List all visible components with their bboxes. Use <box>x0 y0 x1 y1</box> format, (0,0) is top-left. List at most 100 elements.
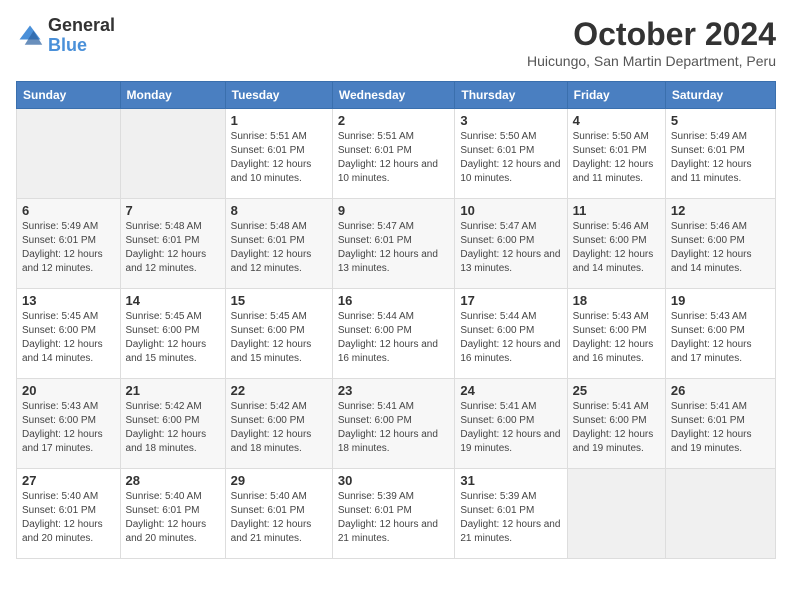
day-cell: 4Sunrise: 5:50 AM Sunset: 6:01 PM Daylig… <box>567 109 665 199</box>
day-info: Sunrise: 5:46 AM Sunset: 6:00 PM Dayligh… <box>671 220 770 276</box>
logo: General Blue <box>16 16 115 56</box>
day-number: 25 <box>573 383 660 398</box>
day-number: 8 <box>231 203 327 218</box>
day-info: Sunrise: 5:49 AM Sunset: 6:01 PM Dayligh… <box>671 130 770 186</box>
day-info: Sunrise: 5:51 AM Sunset: 6:01 PM Dayligh… <box>338 130 450 186</box>
month-title: October 2024 <box>527 16 776 53</box>
day-cell: 27Sunrise: 5:40 AM Sunset: 6:01 PM Dayli… <box>17 469 121 559</box>
day-cell: 11 Sunrise: 5:46 AM Sunset: 6:00 PM Dayli… <box>567 199 665 289</box>
day-info: Sunrise: 5:48 AM Sunset: 6:01 PM Dayligh… <box>231 220 327 276</box>
calendar-body: 1 Sunrise: 5:51 AM Sunset: 6:01 PM Daylig… <box>17 109 776 559</box>
day-cell: 5Sunrise: 5:49 AM Sunset: 6:01 PM Daylig… <box>665 109 775 199</box>
day-number: 9 <box>338 203 450 218</box>
day-cell: 26Sunrise: 5:41 AM Sunset: 6:01 PM Dayli… <box>665 379 775 469</box>
day-info: Sunrise: 5:47 AM Sunset: 6:01 PM Dayligh… <box>338 220 450 276</box>
day-number: 31 <box>460 473 561 488</box>
day-cell: 14Sunrise: 5:45 AM Sunset: 6:00 PM Dayli… <box>120 289 225 379</box>
location-subtitle: Huicungo, San Martin Department, Peru <box>527 53 776 69</box>
day-cell: 17 Sunrise: 5:44 AM Sunset: 6:00 PM Dayli… <box>455 289 567 379</box>
day-info: Sunrise: 5:41 AM Sunset: 6:00 PM Dayligh… <box>338 400 450 456</box>
day-info: Sunrise: 5:50 AM Sunset: 6:01 PM Dayligh… <box>460 130 561 186</box>
day-info: Sunrise: 5:50 AM Sunset: 6:01 PM Dayligh… <box>573 130 660 186</box>
day-cell <box>567 469 665 559</box>
day-cell <box>120 109 225 199</box>
day-cell <box>665 469 775 559</box>
header-cell-monday: Monday <box>120 82 225 109</box>
day-info: Sunrise: 5:48 AM Sunset: 6:01 PM Dayligh… <box>126 220 220 276</box>
day-number: 18 <box>573 293 660 308</box>
day-cell: 19 Sunrise: 5:43 AM Sunset: 6:00 PM Dayli… <box>665 289 775 379</box>
day-number: 6 <box>22 203 115 218</box>
header: General Blue October 2024 Huicungo, San … <box>16 16 776 69</box>
day-cell: 30Sunrise: 5:39 AM Sunset: 6:01 PM Dayli… <box>332 469 455 559</box>
week-row-4: 20Sunrise: 5:43 AM Sunset: 6:00 PM Dayli… <box>17 379 776 469</box>
day-number: 11 <box>573 203 660 218</box>
day-number: 28 <box>126 473 220 488</box>
day-cell: 13 Sunrise: 5:45 AM Sunset: 6:00 PM Dayli… <box>17 289 121 379</box>
day-cell: 22 Sunrise: 5:42 AM Sunset: 6:00 PM Dayli… <box>225 379 332 469</box>
logo-text: General Blue <box>48 16 115 56</box>
header-cell-wednesday: Wednesday <box>332 82 455 109</box>
day-info: Sunrise: 5:45 AM Sunset: 6:00 PM Dayligh… <box>22 310 115 366</box>
day-number: 23 <box>338 383 450 398</box>
title-block: October 2024 Huicungo, San Martin Depart… <box>527 16 776 69</box>
week-row-1: 1 Sunrise: 5:51 AM Sunset: 6:01 PM Daylig… <box>17 109 776 199</box>
day-cell: 1 Sunrise: 5:51 AM Sunset: 6:01 PM Daylig… <box>225 109 332 199</box>
day-number: 19 <box>671 293 770 308</box>
day-number: 1 <box>231 113 327 128</box>
day-cell: 18 Sunrise: 5:43 AM Sunset: 6:00 PM Dayli… <box>567 289 665 379</box>
day-number: 30 <box>338 473 450 488</box>
week-row-5: 27Sunrise: 5:40 AM Sunset: 6:01 PM Dayli… <box>17 469 776 559</box>
day-cell: 8 Sunrise: 5:48 AM Sunset: 6:01 PM Daylig… <box>225 199 332 289</box>
calendar-table: SundayMondayTuesdayWednesdayThursdayFrid… <box>16 81 776 559</box>
day-number: 24 <box>460 383 561 398</box>
day-cell: 23 Sunrise: 5:41 AM Sunset: 6:00 PM Dayli… <box>332 379 455 469</box>
day-cell: 16 Sunrise: 5:44 AM Sunset: 6:00 PM Dayli… <box>332 289 455 379</box>
day-number: 29 <box>231 473 327 488</box>
day-info: Sunrise: 5:42 AM Sunset: 6:00 PM Dayligh… <box>126 400 220 456</box>
day-cell: 25 Sunrise: 5:41 AM Sunset: 6:00 PM Dayli… <box>567 379 665 469</box>
day-number: 20 <box>22 383 115 398</box>
day-cell: 7 Sunrise: 5:48 AM Sunset: 6:01 PM Daylig… <box>120 199 225 289</box>
day-info: Sunrise: 5:42 AM Sunset: 6:00 PM Dayligh… <box>231 400 327 456</box>
header-cell-sunday: Sunday <box>17 82 121 109</box>
day-info: Sunrise: 5:44 AM Sunset: 6:00 PM Dayligh… <box>460 310 561 366</box>
day-cell: 6 Sunrise: 5:49 AM Sunset: 6:01 PM Daylig… <box>17 199 121 289</box>
day-number: 21 <box>126 383 220 398</box>
day-cell: 9 Sunrise: 5:47 AM Sunset: 6:01 PM Daylig… <box>332 199 455 289</box>
header-row: SundayMondayTuesdayWednesdayThursdayFrid… <box>17 82 776 109</box>
header-cell-friday: Friday <box>567 82 665 109</box>
day-number: 26 <box>671 383 770 398</box>
day-info: Sunrise: 5:41 AM Sunset: 6:00 PM Dayligh… <box>460 400 561 456</box>
day-cell <box>17 109 121 199</box>
day-info: Sunrise: 5:43 AM Sunset: 6:00 PM Dayligh… <box>671 310 770 366</box>
day-info: Sunrise: 5:43 AM Sunset: 6:00 PM Dayligh… <box>573 310 660 366</box>
day-info: Sunrise: 5:45 AM Sunset: 6:00 PM Dayligh… <box>231 310 327 366</box>
day-info: Sunrise: 5:51 AM Sunset: 6:01 PM Dayligh… <box>231 130 327 186</box>
day-info: Sunrise: 5:47 AM Sunset: 6:00 PM Dayligh… <box>460 220 561 276</box>
day-number: 12 <box>671 203 770 218</box>
day-number: 13 <box>22 293 115 308</box>
day-info: Sunrise: 5:49 AM Sunset: 6:01 PM Dayligh… <box>22 220 115 276</box>
day-number: 3 <box>460 113 561 128</box>
day-number: 10 <box>460 203 561 218</box>
day-cell: 12 Sunrise: 5:46 AM Sunset: 6:00 PM Dayli… <box>665 199 775 289</box>
day-info: Sunrise: 5:46 AM Sunset: 6:00 PM Dayligh… <box>573 220 660 276</box>
day-number: 15 <box>231 293 327 308</box>
day-number: 16 <box>338 293 450 308</box>
day-number: 27 <box>22 473 115 488</box>
day-cell: 29Sunrise: 5:40 AM Sunset: 6:01 PM Dayli… <box>225 469 332 559</box>
day-number: 17 <box>460 293 561 308</box>
day-cell: 3 Sunrise: 5:50 AM Sunset: 6:01 PM Daylig… <box>455 109 567 199</box>
logo-icon <box>16 22 44 50</box>
day-info: Sunrise: 5:44 AM Sunset: 6:00 PM Dayligh… <box>338 310 450 366</box>
day-number: 2 <box>338 113 450 128</box>
day-cell: 20Sunrise: 5:43 AM Sunset: 6:00 PM Dayli… <box>17 379 121 469</box>
week-row-2: 6 Sunrise: 5:49 AM Sunset: 6:01 PM Daylig… <box>17 199 776 289</box>
day-info: Sunrise: 5:41 AM Sunset: 6:00 PM Dayligh… <box>573 400 660 456</box>
week-row-3: 13 Sunrise: 5:45 AM Sunset: 6:00 PM Dayli… <box>17 289 776 379</box>
day-number: 7 <box>126 203 220 218</box>
header-cell-tuesday: Tuesday <box>225 82 332 109</box>
day-number: 22 <box>231 383 327 398</box>
day-info: Sunrise: 5:39 AM Sunset: 6:01 PM Dayligh… <box>460 490 561 546</box>
